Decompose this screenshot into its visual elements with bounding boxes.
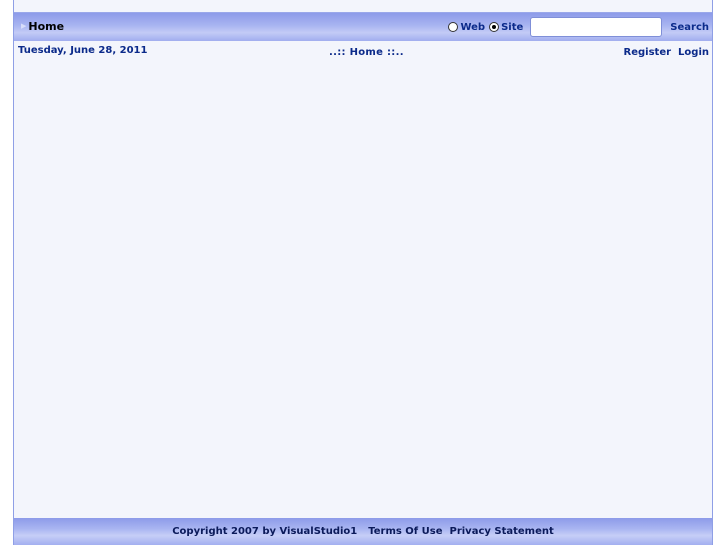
search-area: Web Site Search [448,16,709,38]
terms-of-use-link[interactable]: Terms Of Use [368,526,442,537]
user-links: Register Login [624,47,709,58]
search-input[interactable] [530,17,663,37]
home-menu-item[interactable]: ▶ Home [21,20,64,33]
login-link[interactable]: Login [678,47,709,58]
page-title: ..:: Home ::.. [329,47,404,58]
privacy-statement-link[interactable]: Privacy Statement [449,526,553,537]
home-menu-label: Home [28,20,65,33]
radio-web[interactable]: Web [448,22,485,33]
radio-site-label: Site [501,21,524,33]
radio-web-label: Web [460,21,486,33]
page-frame: ▶ Home Web Site Search Tuesday, June 28,… [13,0,713,545]
menu-bar: ▶ Home Web Site Search [14,13,712,41]
radio-site[interactable]: Site [489,22,523,33]
copyright-text: Copyright 2007 by VisualStudio1 [172,526,358,537]
footer-bar: Copyright 2007 by VisualStudio1 Terms Of… [14,518,712,545]
right-triangle-icon: ▶ [21,22,27,30]
radio-web-circle[interactable] [448,22,459,32]
footer-links: Terms Of Use Privacy Statement [368,526,554,537]
search-button[interactable]: Search [670,22,709,33]
radio-site-circle[interactable] [489,22,500,32]
register-link[interactable]: Register [624,47,672,58]
current-date: Tuesday, June 28, 2011 [18,45,148,56]
top-strip [14,0,712,13]
